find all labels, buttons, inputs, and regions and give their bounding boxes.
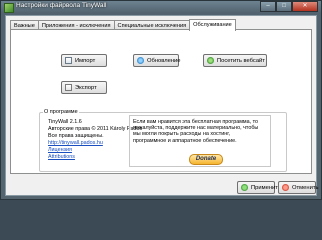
- import-label: Импорт: [75, 57, 96, 64]
- apply-button[interactable]: Применить: [237, 181, 281, 194]
- donate-line: программное и аппаратное обеспечение.: [133, 137, 237, 144]
- donate-button[interactable]: Donate: [189, 154, 223, 165]
- app-icon: [4, 3, 14, 13]
- update-icon: [137, 57, 144, 64]
- update-label: Обновление: [147, 57, 181, 64]
- settings-window: Настройки файрвола TinyWall – □ ✕ Важные…: [0, 0, 322, 200]
- apply-icon: [241, 184, 248, 191]
- donate-box: Если вам нравится эта бесплатная програм…: [129, 115, 271, 167]
- window-title: Настройки файрвола TinyWall: [16, 2, 107, 9]
- cancel-button[interactable]: Отменить: [278, 181, 319, 194]
- import-icon: [65, 57, 72, 64]
- about-group-title: О программе: [43, 109, 79, 115]
- export-icon: [65, 84, 72, 91]
- title-bar[interactable]: Настройки файрвола TinyWall – □ ✕: [1, 1, 321, 14]
- close-button[interactable]: ✕: [292, 1, 318, 12]
- dialog-client: Важные Приложения - исключения Специальн…: [5, 15, 319, 196]
- maximize-button[interactable]: □: [276, 1, 292, 12]
- window-controls: – □ ✕: [260, 1, 318, 12]
- website-label: Посетить вебсайт: [217, 57, 265, 64]
- export-label: Экспорт: [75, 84, 97, 91]
- maintenance-panel: Импорт Экспорт Обновление Посетить вебса…: [10, 29, 312, 174]
- about-group: О программе TinyWall 2.1.6 Авторские пра…: [39, 109, 287, 172]
- cancel-label: Отменить: [292, 184, 319, 191]
- apply-label: Применить: [251, 184, 281, 191]
- update-button[interactable]: Обновление: [133, 54, 181, 67]
- globe-icon: [207, 57, 214, 64]
- donate-message: Если вам нравится эта бесплатная програм…: [133, 119, 258, 144]
- import-button[interactable]: Импорт: [61, 54, 107, 67]
- cancel-icon: [282, 184, 289, 191]
- tab-maintenance[interactable]: Обслуживание: [189, 19, 236, 31]
- export-button[interactable]: Экспорт: [61, 81, 107, 94]
- visit-website-button[interactable]: Посетить вебсайт: [203, 54, 267, 67]
- minimize-button[interactable]: –: [260, 1, 276, 12]
